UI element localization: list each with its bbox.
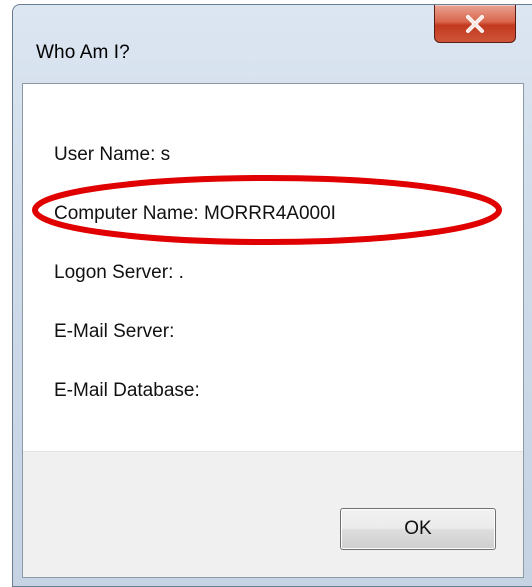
logon-server-label: Logon Server:: [54, 262, 174, 283]
close-button[interactable]: [434, 5, 516, 43]
screenshot-canvas: Who Am I? User Name: s Computer Name: MO…: [0, 0, 532, 587]
computer-name-value: MORRR4A000I: [203, 203, 336, 224]
computer-name-line: Computer Name: MORRR4A000I: [54, 203, 336, 225]
dialog-client-area: User Name: s Computer Name: MORRR4A000I …: [22, 83, 524, 578]
title-bar[interactable]: Who Am I?: [13, 5, 532, 83]
user-name-value: s: [160, 144, 171, 165]
logon-server-line: Logon Server: .: [54, 262, 184, 284]
dialog-footer: OK: [23, 451, 523, 577]
email-server-label: E-Mail Server:: [54, 321, 175, 342]
logon-server-value: .: [178, 262, 184, 283]
close-icon: [466, 14, 484, 33]
email-database-label: E-Mail Database:: [54, 380, 200, 401]
email-server-line: E-Mail Server:: [54, 321, 174, 343]
window-title: Who Am I?: [36, 42, 130, 63]
email-database-line: E-Mail Database:: [54, 380, 200, 402]
dialog-window: Who Am I? User Name: s Computer Name: MO…: [12, 4, 532, 587]
ok-button[interactable]: OK: [340, 508, 496, 550]
user-name-label: User Name:: [54, 144, 156, 165]
info-panel: User Name: s Computer Name: MORRR4A000I …: [23, 84, 523, 451]
computer-name-label: Computer Name:: [54, 203, 199, 224]
user-name-line: User Name: s: [54, 144, 170, 166]
